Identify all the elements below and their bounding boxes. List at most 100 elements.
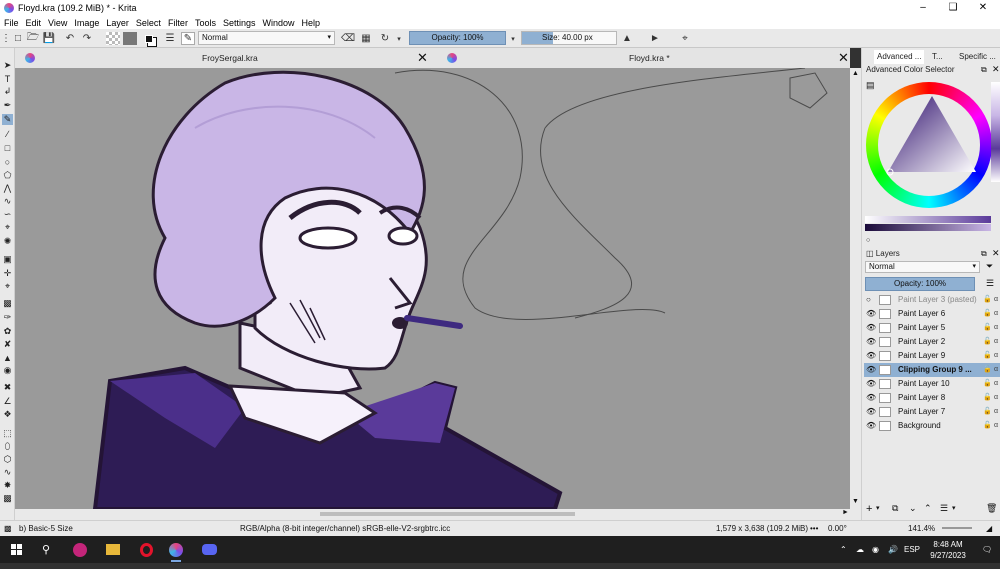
rotation-value[interactable]: 0.00° — [828, 521, 847, 536]
eye-icon[interactable]: 👁 — [866, 405, 876, 419]
close-tab-icon[interactable]: ✕ — [838, 48, 849, 68]
layer-menu-icon[interactable]: ☰ — [986, 278, 994, 289]
scroll-down-icon[interactable]: ▼ — [852, 498, 859, 505]
chevron-up-icon[interactable]: ⌃ — [840, 536, 847, 563]
color-history-strip[interactable] — [991, 82, 1000, 182]
eye-icon[interactable]: 👁 — [866, 321, 876, 335]
horizontal-scrollbar[interactable]: ► — [15, 509, 861, 520]
polyline-tool-icon[interactable]: ⋀ — [2, 183, 13, 194]
contiguous-select-icon[interactable]: ✸ — [2, 480, 13, 491]
text-tool-icon[interactable]: T — [2, 73, 13, 84]
dynamic-brush-icon[interactable]: ⌖ — [2, 222, 13, 233]
opacity-slider[interactable]: Opacity: 100% — [409, 31, 506, 45]
freehand-path-icon[interactable]: ∽ — [2, 209, 13, 220]
vertical-scrollbar[interactable]: ▲ ▼ — [850, 68, 861, 509]
chevron-down-icon[interactable]: ▾ — [952, 504, 956, 512]
blend-mode-select[interactable]: Normal ▾ — [198, 31, 335, 45]
similar-select-icon[interactable]: ▩ — [2, 493, 13, 504]
smart-patch-icon[interactable]: ✘ — [2, 339, 13, 350]
layer-lock-alpha-icons[interactable]: 🔓 α — [983, 321, 998, 335]
layer-lock-alpha-icons[interactable]: 🔓 α — [983, 335, 998, 349]
calligraphy-icon[interactable]: ✒ — [2, 100, 13, 111]
move-layer-up-icon[interactable]: ⌃ — [924, 503, 932, 514]
language-indicator[interactable]: ESP — [904, 536, 920, 563]
fg-bg-color-swatch[interactable] — [142, 32, 156, 45]
bezier-tool-icon[interactable]: ∿ — [2, 196, 13, 207]
notification-icon[interactable]: 🗨 — [982, 536, 992, 563]
layer-row[interactable]: 👁 Paint Layer 6 🔓 α — [864, 307, 1000, 321]
menu-filter[interactable]: Filter — [168, 18, 188, 28]
measure-tool-icon[interactable]: ∠ — [2, 396, 13, 407]
close-tab-icon[interactable]: ✕ — [417, 48, 428, 68]
chevron-down-icon[interactable]: ▾ — [876, 504, 880, 512]
reference-tool-icon[interactable]: ❖ — [2, 409, 13, 420]
scroll-right-icon[interactable]: ► — [842, 509, 849, 516]
layer-lock-alpha-icons[interactable]: 🔓 α — [983, 349, 998, 363]
windows-start-icon[interactable] — [6, 540, 26, 559]
image-size[interactable]: 1,579 x 3,638 (109.2 MiB) — [716, 521, 808, 536]
add-layer-icon[interactable]: + — [866, 503, 872, 515]
rect-select-icon[interactable]: ⬚ — [2, 428, 13, 439]
eye-icon[interactable]: 👁 — [866, 391, 876, 405]
layer-properties-icon[interactable]: ☰ — [940, 503, 948, 514]
float-docker-icon[interactable]: ⧉ — [981, 249, 987, 259]
eye-icon[interactable]: 👁 — [866, 363, 876, 377]
zoom-slider[interactable] — [942, 527, 972, 529]
layer-row[interactable]: 👁 Paint Layer 7 🔓 α — [864, 405, 1000, 419]
search-icon[interactable]: ⚲ — [36, 540, 56, 559]
gradient-tool-icon[interactable]: ▩ — [2, 298, 13, 309]
cloud-icon[interactable]: ☁ — [856, 536, 864, 563]
layer-lock-alpha-icons[interactable]: 🔓 α — [983, 307, 998, 321]
polygon-select-icon[interactable]: ⬡ — [2, 454, 13, 465]
layer-row[interactable]: 👁 Clipping Group 9 ... 🔓 α — [864, 363, 1000, 377]
drawing-canvas[interactable] — [15, 68, 850, 509]
eye-icon[interactable]: 👁 — [866, 377, 876, 391]
layer-lock-alpha-icons[interactable]: 🔓 α — [983, 363, 998, 377]
menu-window[interactable]: Window — [262, 18, 294, 28]
color-wheel[interactable] — [866, 82, 992, 208]
hidden-layer-icon[interactable]: ○ — [866, 293, 871, 307]
chevron-down-icon[interactable]: ▾ — [395, 32, 403, 45]
freehand-select-icon[interactable]: ∿ — [2, 467, 13, 478]
tab-advanced-color[interactable]: Advanced ... — [874, 50, 925, 64]
clock-date[interactable]: 9/27/2023 — [924, 542, 972, 569]
move-tool-icon[interactable]: ✛ — [2, 268, 13, 279]
layer-lock-alpha-icons[interactable]: 🔓 α — [983, 405, 998, 419]
menu-layer[interactable]: Layer — [106, 18, 129, 28]
preserve-alpha-icon[interactable]: ▦ — [360, 32, 372, 45]
brush-preset-icon[interactable]: ✎ — [181, 32, 195, 45]
layer-lock-alpha-icons[interactable]: 🔓 α — [983, 391, 998, 405]
mirror-vertical-icon[interactable]: ► — [648, 32, 662, 45]
freehand-brush-icon[interactable]: ✎ — [2, 114, 13, 125]
color-triangle[interactable] — [866, 82, 992, 208]
enclose-fill-icon[interactable]: ◉ — [2, 365, 13, 376]
tab-floyd[interactable]: Floyd.kra * — [629, 48, 670, 68]
size-slider[interactable]: Size: 40.00 px — [521, 31, 617, 45]
duplicate-layer-icon[interactable]: ⧉ — [892, 503, 898, 514]
menu-help[interactable]: Help — [302, 18, 321, 28]
eye-icon[interactable]: 👁 — [866, 307, 876, 321]
horizontal-scroll-thumb[interactable] — [320, 512, 575, 516]
tab-froysergal[interactable]: FroySergal.kra — [202, 48, 258, 68]
menu-settings[interactable]: Settings — [223, 18, 256, 28]
eye-icon[interactable]: 👁 — [866, 419, 876, 433]
menu-tools[interactable]: Tools — [195, 18, 216, 28]
layer-blend-select[interactable]: Normal ▾ — [865, 261, 980, 273]
value-slider[interactable] — [865, 224, 991, 231]
color-picker-icon[interactable]: ✑ — [2, 312, 13, 323]
filter-icon[interactable]: ⏷ — [986, 261, 993, 272]
delete-layer-icon[interactable]: 🗑 — [986, 503, 997, 514]
rectangle-tool-icon[interactable]: □ — [2, 142, 13, 153]
crop-frame-icon[interactable]: ▣ — [2, 254, 13, 265]
minimize-button[interactable]: – — [908, 0, 938, 16]
wps-app-icon[interactable] — [70, 540, 90, 559]
discord-icon[interactable] — [199, 540, 219, 559]
ellipse-tool-icon[interactable]: ○ — [2, 156, 13, 167]
colorize-mask-icon[interactable]: ✿ — [2, 326, 13, 337]
close-docker-icon[interactable]: ✕ — [992, 64, 1000, 75]
opacity-dropdown-icon[interactable]: ▾ — [509, 32, 517, 45]
close-window-button[interactable]: ✕ — [968, 0, 998, 16]
assistant-tool-icon[interactable]: ✖ — [2, 382, 13, 393]
saturation-slider[interactable] — [865, 216, 991, 223]
layer-lock-alpha-icons[interactable]: 🔓 α — [983, 293, 998, 307]
